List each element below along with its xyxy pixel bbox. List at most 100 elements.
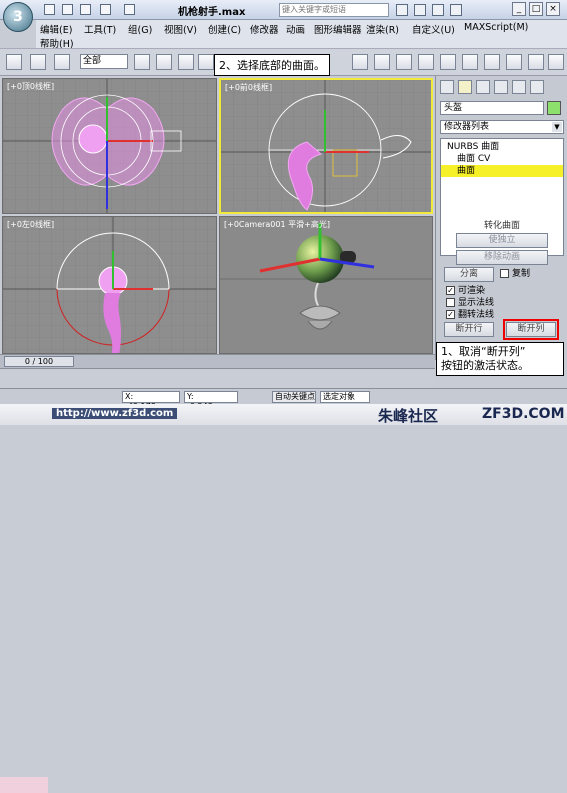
display-tab-icon[interactable] — [512, 80, 526, 94]
rectangular-selection-icon[interactable] — [178, 54, 194, 70]
render-setup-icon[interactable] — [528, 54, 544, 70]
save-file-icon[interactable] — [80, 4, 91, 15]
communication-icon[interactable] — [414, 4, 426, 16]
link-icon[interactable] — [6, 54, 22, 70]
redo-icon[interactable] — [124, 4, 135, 15]
select-object-icon[interactable] — [134, 54, 150, 70]
time-slider[interactable]: 0 / 100 — [0, 354, 435, 368]
flip-normals-checkbox[interactable]: ✓ — [446, 310, 455, 319]
frame-counter[interactable]: 0 / 100 — [4, 356, 74, 367]
viewport-front[interactable]: [+0前0线框] — [219, 78, 433, 214]
motion-tab-icon[interactable] — [494, 80, 508, 94]
viewport-label-left[interactable]: [+0左0线框] — [7, 219, 54, 230]
render-icon[interactable] — [548, 54, 564, 70]
modifier-list-label: 修改器列表 — [444, 122, 490, 132]
undo-icon[interactable] — [100, 4, 111, 15]
stack-item-surface[interactable]: 曲面 — [441, 165, 563, 177]
callout-line-2: 按钮的激活状态。 — [441, 359, 529, 372]
menu-graph-editors[interactable]: 图形编辑器 — [314, 22, 362, 36]
window-crossing-icon[interactable] — [198, 54, 214, 70]
mirror-icon[interactable] — [396, 54, 412, 70]
viewport-camera[interactable]: [+0Camera001 平滑+高光] — [219, 216, 433, 354]
new-file-icon[interactable] — [44, 4, 55, 15]
stack-item-nurbs[interactable]: NURBS 曲面 — [441, 141, 563, 153]
viewport-top-canvas — [3, 79, 216, 213]
viewport-left-canvas — [3, 217, 216, 353]
y-coordinate-field[interactable]: Y: -0.243mm — [184, 391, 238, 411]
track-bar[interactable] — [0, 368, 435, 388]
title-bar: 3 机枪射手.max 键入关键字或短语 _ □ × — [0, 0, 567, 32]
schematic-view-icon[interactable] — [484, 54, 500, 70]
command-panel: 头盔 修改器列表 ▼ NURBS 曲面 曲面 CV 曲面 转化曲面 使独立 移除… — [435, 76, 567, 360]
viewport-top[interactable]: [+0顶0线框] — [2, 78, 217, 214]
create-tab-icon[interactable] — [440, 80, 454, 94]
viewport-left[interactable]: [+0左0线框] — [2, 216, 217, 354]
display-normals-checkbox[interactable] — [446, 298, 455, 307]
rollout-title[interactable]: 转化曲面 — [440, 218, 564, 231]
selection-filter-dropdown[interactable]: 全部 — [80, 54, 128, 69]
favorites-icon[interactable] — [432, 4, 444, 16]
material-editor-icon[interactable] — [506, 54, 522, 70]
menu-modifiers[interactable]: 修改器 — [250, 22, 279, 36]
chevron-down-icon: ▼ — [552, 122, 562, 132]
object-name-field[interactable]: 头盔 — [440, 101, 544, 115]
maximize-button[interactable]: □ — [529, 2, 543, 16]
minimize-button[interactable]: _ — [512, 2, 526, 16]
align-icon[interactable] — [418, 54, 434, 70]
website-url: http://www.zf3d.com — [52, 408, 178, 419]
brand-name-en: ZF3D.COM — [482, 406, 565, 422]
menu-views[interactable]: 视图(V) — [164, 22, 197, 36]
x-coordinate-field[interactable]: X: -42.178mm — [122, 391, 180, 411]
help-icon[interactable] — [450, 4, 462, 16]
footer-banner: http://www.zf3d.com 朱峰社区 ZF3D.COM — [0, 404, 567, 425]
key-filter-dropdown[interactable]: 选定对象 — [320, 391, 370, 403]
viewport-camera-canvas — [220, 223, 432, 330]
menu-edit[interactable]: 编辑(E) — [40, 22, 72, 36]
select-by-name-icon[interactable] — [156, 54, 172, 70]
make-independent-button[interactable]: 使独立 — [456, 233, 548, 248]
display-normals-checkbox-row[interactable]: 显示法线 — [446, 297, 494, 309]
flip-normals-checkbox-row[interactable]: ✓ 翻转法线 — [446, 309, 494, 321]
menu-animation[interactable]: 动画 — [286, 22, 305, 36]
callout-line-1: 1、取消“断开列” — [441, 345, 526, 358]
copy-checkbox[interactable] — [500, 269, 509, 278]
renderable-checkbox[interactable]: ✓ — [446, 286, 455, 295]
maxscript-listener[interactable] — [0, 777, 48, 793]
menu-group[interactable]: 组(G) — [128, 22, 152, 36]
menu-maxscript[interactable]: MAXScript(M) — [464, 22, 528, 33]
object-color-swatch[interactable] — [547, 101, 561, 115]
app-logo-icon[interactable]: 3 — [3, 2, 33, 32]
detach-button[interactable]: 分离 — [444, 267, 494, 282]
hierarchy-tab-icon[interactable] — [476, 80, 490, 94]
viewport-label-front[interactable]: [+0前0线框] — [225, 82, 272, 93]
copy-checkbox-row[interactable]: 复制 — [500, 268, 530, 280]
utilities-tab-icon[interactable] — [530, 80, 544, 94]
bind-spacewarp-icon[interactable] — [54, 54, 70, 70]
menu-create[interactable]: 创建(C) — [208, 22, 241, 36]
viewport-label-top[interactable]: [+0顶0线框] — [7, 81, 54, 92]
menu-bar: 编辑(E) 工具(T) 组(G) 视图(V) 创建(C) 修改器 动画 图形编辑… — [36, 20, 567, 50]
menu-customize[interactable]: 自定义(U) — [412, 22, 455, 36]
viewport-label-camera[interactable]: [+0Camera001 平滑+高光] — [224, 219, 330, 230]
auto-key-button[interactable]: 自动关键点 — [272, 391, 316, 403]
break-row-button[interactable]: 断开行 — [444, 322, 494, 337]
menu-rendering[interactable]: 渲染(R) — [366, 22, 399, 36]
unlink-icon[interactable] — [30, 54, 46, 70]
modify-tab-icon[interactable] — [458, 80, 472, 94]
open-file-icon[interactable] — [62, 4, 73, 15]
close-button[interactable]: × — [546, 2, 560, 16]
search-input[interactable]: 键入关键字或短语 — [279, 3, 389, 17]
status-bar: X: -42.178mm Y: -0.243mm 自动关键点 选定对象 — [0, 388, 567, 793]
highlight-box — [503, 319, 559, 340]
angle-snap-icon[interactable] — [374, 54, 390, 70]
stack-item-surface-cv[interactable]: 曲面 CV — [441, 153, 563, 165]
callout-break-column: 1、取消“断开列” 按钮的激活状态。 — [436, 342, 564, 376]
layer-manager-icon[interactable] — [440, 54, 456, 70]
binoculars-icon[interactable] — [396, 4, 408, 16]
curve-editor-icon[interactable] — [462, 54, 478, 70]
menu-tools[interactable]: 工具(T) — [84, 22, 116, 36]
modifier-list-dropdown[interactable]: 修改器列表 ▼ — [440, 120, 564, 134]
snap-toggle-icon[interactable] — [352, 54, 368, 70]
remove-animation-button[interactable]: 移除动画 — [456, 250, 548, 265]
renderable-checkbox-row[interactable]: ✓ 可渲染 — [446, 285, 485, 297]
